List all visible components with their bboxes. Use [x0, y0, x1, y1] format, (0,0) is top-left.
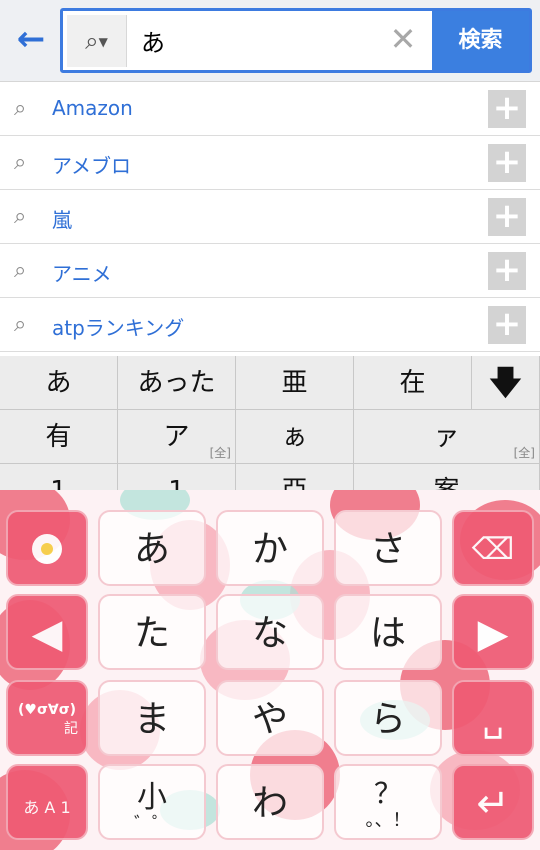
- add-to-query-button[interactable]: +: [488, 144, 526, 182]
- candidate-item[interactable]: 亞: [236, 464, 354, 490]
- suggestion-text: アメブロ: [52, 154, 131, 178]
- arrow-right-icon: ▶: [477, 611, 509, 657]
- suggestion-item[interactable]: ⌕ Amazon +: [0, 82, 540, 136]
- search-icon: ⌕: [14, 312, 27, 337]
- suggestion-text: 嵐: [52, 208, 72, 232]
- emoticon-key[interactable]: (♥σ∀σ) 記: [6, 680, 88, 756]
- kana-key-ka[interactable]: か: [216, 510, 324, 586]
- cursor-right-key[interactable]: ▶: [452, 594, 534, 670]
- fullwidth-tag: [全]: [513, 446, 535, 460]
- suggestion-item[interactable]: ⌕ アニメ +: [0, 244, 540, 298]
- search-bar: ← ⌕▼ あ ✕ 検索: [0, 0, 540, 82]
- kana-key-ma[interactable]: ま: [98, 680, 206, 756]
- search-input[interactable]: あ: [141, 23, 165, 58]
- kana-key-na[interactable]: な: [216, 594, 324, 670]
- candidate-item[interactable]: あ: [0, 356, 118, 410]
- suggestion-text: Amazon: [52, 96, 133, 120]
- kana-key-ya[interactable]: や: [216, 680, 324, 756]
- candidate-item[interactable]: 1: [0, 464, 118, 490]
- add-to-query-button[interactable]: +: [488, 198, 526, 236]
- space-icon: ␣: [482, 700, 504, 740]
- search-icon: ⌕: [14, 204, 27, 229]
- enter-icon: ↵: [476, 781, 510, 827]
- add-to-query-button[interactable]: +: [488, 252, 526, 290]
- search-icon: ⌕: [14, 150, 27, 175]
- search-scope-dropdown[interactable]: ⌕▼: [67, 15, 127, 67]
- kana-key-ra[interactable]: ら: [334, 680, 442, 756]
- input-mode-key[interactable]: あ A 1: [6, 764, 88, 840]
- strawberry-keyboard: ◀ (♥σ∀σ) 記 あ A 1 あ か さ た な は ま や ら 小 ゛゜ …: [0, 490, 540, 850]
- candidate-item[interactable]: ァ [全]: [354, 410, 540, 464]
- flower-emoji-key[interactable]: [6, 510, 88, 586]
- magnifier-icon: ⌕: [85, 27, 99, 55]
- suggestion-item[interactable]: ⌕ 嵐 +: [0, 190, 540, 244]
- back-arrow-icon[interactable]: ←: [12, 20, 50, 58]
- kana-key-a[interactable]: あ: [98, 510, 206, 586]
- kana-key-ha[interactable]: は: [334, 594, 442, 670]
- candidate-text: ァ: [433, 422, 460, 452]
- kana-key-ta[interactable]: た: [98, 594, 206, 670]
- candidate-item[interactable]: 案: [354, 464, 540, 490]
- space-key[interactable]: ␣: [452, 680, 534, 756]
- candidate-item[interactable]: 在: [354, 356, 472, 410]
- suggestion-item[interactable]: ⌕ アメブロ +: [0, 136, 540, 190]
- dropdown-caret-icon: ▼: [98, 35, 108, 49]
- candidate-item[interactable]: ぁ: [236, 410, 354, 464]
- candidate-item[interactable]: 亜: [236, 356, 354, 410]
- enter-key[interactable]: ↵: [452, 764, 534, 840]
- search-icon: ⌕: [14, 258, 27, 283]
- kana-key-sa[interactable]: さ: [334, 510, 442, 586]
- suggestion-item[interactable]: ⌕ atpランキング +: [0, 298, 540, 352]
- small-dakuten-key[interactable]: 小 ゛゜: [98, 764, 206, 840]
- cursor-left-key[interactable]: ◀: [6, 594, 88, 670]
- punctuation-label: 。、！: [365, 810, 411, 831]
- flower-icon: [32, 534, 62, 564]
- dakuten-label: ゛゜: [134, 814, 170, 835]
- mode-label: あ A 1: [23, 798, 71, 817]
- emoticon-label: (♥σ∀σ): [18, 702, 76, 718]
- question-label: ？: [373, 777, 402, 810]
- fullwidth-tag: [全]: [209, 446, 231, 460]
- suggestion-list: ⌕ Amazon + ⌕ アメブロ + ⌕ 嵐 + ⌕ アニメ + ⌕ atpラ…: [0, 82, 540, 352]
- candidate-item[interactable]: ア [全]: [118, 410, 236, 464]
- candidate-text: ア: [163, 422, 190, 452]
- small-label: 小: [137, 780, 167, 815]
- add-to-query-button[interactable]: +: [488, 306, 526, 344]
- backspace-icon: ⌫: [471, 532, 515, 567]
- candidate-item[interactable]: 有: [0, 410, 118, 464]
- backspace-key[interactable]: ⌫: [452, 510, 534, 586]
- emoticon-sub-label: 記: [64, 721, 78, 737]
- search-box: ⌕▼ あ ✕ 検索: [60, 8, 532, 73]
- candidate-item[interactable]: あった: [118, 356, 236, 410]
- candidate-item[interactable]: 1: [118, 464, 236, 490]
- conversion-candidates: あ あった 亜 在 🡇 有 ア [全] ぁ ァ [全] 1 1 亞 案: [0, 356, 540, 490]
- expand-candidates-icon[interactable]: 🡇: [472, 356, 540, 410]
- suggestion-text: atpランキング: [52, 316, 185, 340]
- kana-key-wa[interactable]: わ: [216, 764, 324, 840]
- search-icon: ⌕: [14, 96, 27, 121]
- suggestion-text: アニメ: [52, 262, 112, 286]
- add-to-query-button[interactable]: +: [488, 90, 526, 128]
- clear-icon[interactable]: ✕: [383, 19, 423, 59]
- arrow-left-icon: ◀: [31, 611, 63, 657]
- punctuation-key[interactable]: ？ 。、！: [334, 764, 442, 840]
- search-button[interactable]: 検索: [432, 11, 529, 70]
